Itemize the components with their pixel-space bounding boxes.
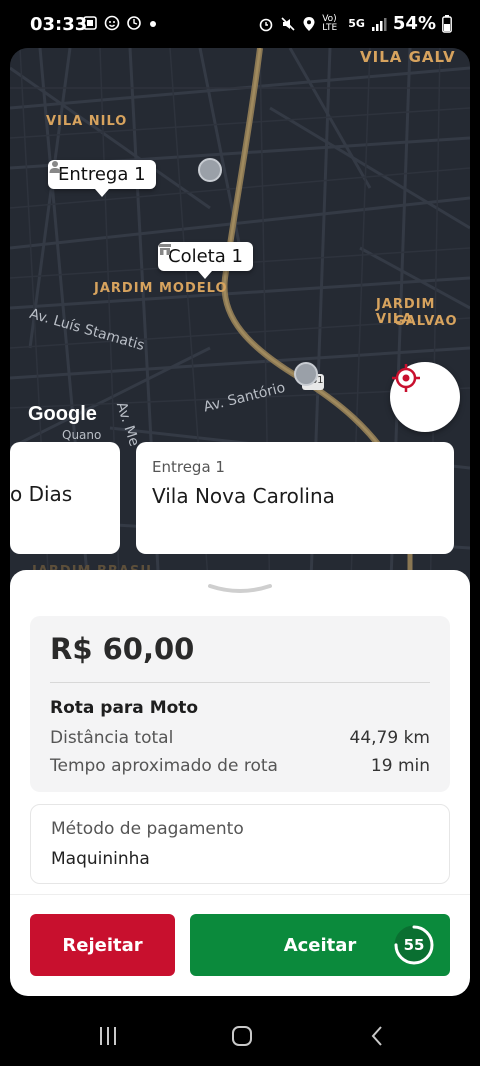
recents-icon[interactable]: [96, 1024, 120, 1048]
time-value: 19 min: [370, 756, 430, 776]
time-row: Tempo aproximado de rota 19 min: [50, 756, 430, 776]
face-icon: [104, 15, 120, 31]
stop-card-kind: Entrega 1: [152, 458, 225, 476]
google-logo: Google: [28, 403, 97, 425]
dot-icon: [150, 21, 156, 27]
status-bar: 03:33 Vo) LTE 5G 54%: [0, 0, 480, 50]
volte-label: Vo) LTE: [322, 13, 338, 33]
status-left-icons: [82, 15, 158, 31]
signal-icon: [371, 17, 387, 31]
offer-sheet: R$ 60,00 Rota para Moto Distância total …: [10, 570, 470, 996]
crosshair-icon: [392, 364, 420, 392]
street-label-quano: Quano: [62, 428, 102, 442]
screenshot-icon: [83, 16, 97, 30]
area-label-vila-galv: VILA GALV: [360, 48, 456, 66]
person-icon: [49, 161, 61, 173]
time-label: Tempo aproximado de rota: [50, 756, 278, 776]
pickup-marker[interactable]: Coleta 1: [158, 242, 253, 279]
system-navbar: [0, 1004, 480, 1066]
map-dot: [294, 362, 318, 386]
map[interactable]: VILA GALV VILA NILO JARDIM MODELO JARDIM…: [10, 48, 470, 608]
area-label-galvao: GALVAO: [394, 314, 458, 329]
locate-me-button[interactable]: [390, 362, 460, 432]
countdown-timer: 55: [392, 923, 436, 967]
payment-label: Método de pagamento: [51, 819, 244, 839]
status-time: 03:33: [30, 14, 88, 35]
countdown-value: 55: [403, 936, 425, 954]
route-title: Rota para Moto: [50, 698, 199, 718]
sheet-divider: [10, 894, 470, 895]
distance-label: Distância total: [50, 728, 174, 748]
accept-label: Aceitar: [283, 934, 357, 956]
net-label: 5G: [348, 17, 365, 30]
store-icon: [159, 244, 171, 255]
payment-method: Método de pagamento Maquininha: [30, 804, 450, 884]
reject-button[interactable]: Rejeitar: [30, 914, 175, 976]
status-right-icons: Vo) LTE 5G 54%: [258, 13, 452, 34]
accept-button[interactable]: Aceitar 55: [190, 914, 450, 976]
stop-card-current[interactable]: Entrega 1 Vila Nova Carolina: [136, 442, 454, 554]
battery-icon: [442, 14, 452, 33]
offer-summary: R$ 60,00 Rota para Moto Distância total …: [30, 616, 450, 792]
sync-icon: [127, 16, 141, 30]
delivery-marker-label: Entrega 1: [58, 164, 146, 185]
distance-row: Distância total 44,79 km: [50, 728, 430, 748]
summary-divider: [50, 682, 430, 683]
alarm-icon: [259, 18, 273, 31]
pickup-marker-label: Coleta 1: [168, 246, 243, 267]
area-label-vila-nilo: VILA NILO: [46, 114, 128, 129]
delivery-marker[interactable]: Entrega 1: [48, 160, 156, 197]
battery-percent: 54%: [392, 13, 436, 34]
payment-value: Maquininha: [51, 849, 150, 869]
driver-position-dot: [198, 158, 222, 182]
distance-value: 44,79 km: [349, 728, 430, 748]
offer-price: R$ 60,00: [50, 632, 195, 666]
back-icon[interactable]: [366, 1024, 390, 1048]
location-icon: [303, 16, 315, 31]
stop-card-previous[interactable]: o Dias: [10, 442, 120, 554]
mute-icon: [281, 16, 295, 31]
sheet-handle[interactable]: [208, 582, 272, 596]
stop-card-city: Vila Nova Carolina: [152, 484, 335, 508]
app-window: VILA GALV VILA NILO JARDIM MODELO JARDIM…: [10, 48, 470, 996]
area-label-jardim-modelo: JARDIM MODELO: [94, 281, 228, 296]
stop-card-previous-city: o Dias: [10, 482, 73, 506]
home-icon[interactable]: [230, 1024, 254, 1048]
